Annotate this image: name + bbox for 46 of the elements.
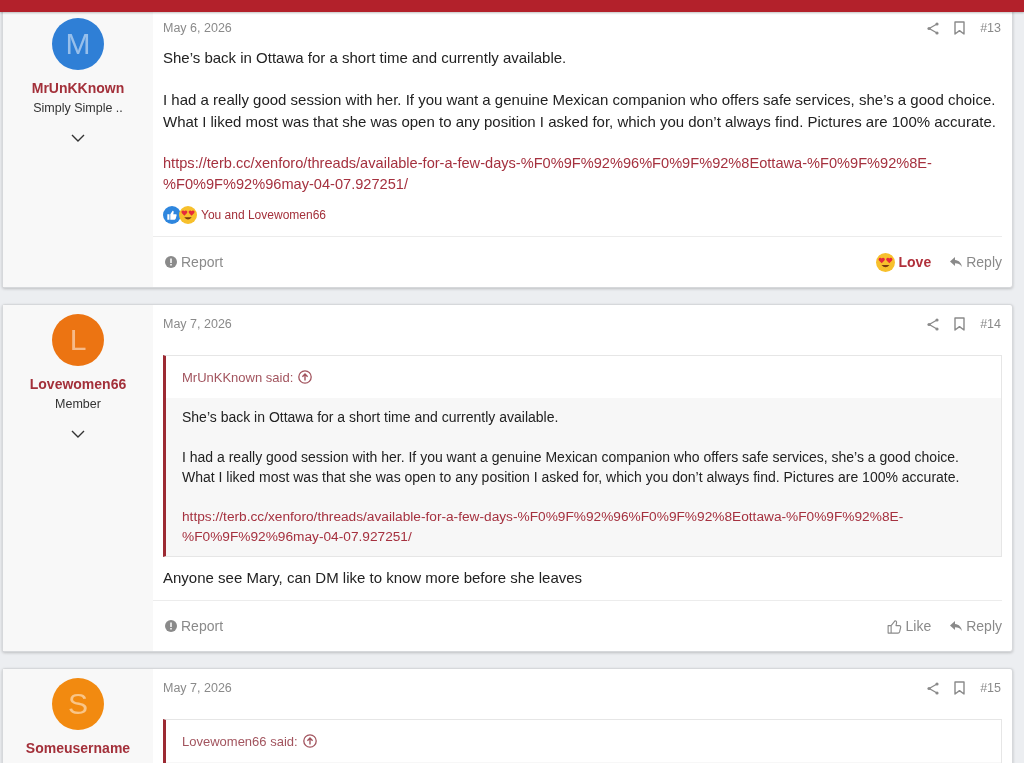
reaction-button[interactable]: Like bbox=[886, 618, 932, 634]
reactions-summary-link[interactable]: You and Lovewomen66 bbox=[201, 208, 326, 222]
share-icon[interactable] bbox=[927, 21, 940, 35]
post-link[interactable]: https://terb.cc/xenforo/threads/available-for-a-few-days-%F0%9F%92%96%F0%9F%92%8Eottawa-%F0%9F%92%8E-%F0%9F%92%96may-04-07.927251/ bbox=[163, 153, 1002, 195]
post-date-link[interactable]: May 7, 2026 bbox=[163, 680, 232, 696]
user-title: Member bbox=[55, 396, 101, 412]
user-avatar[interactable]: M bbox=[52, 18, 104, 70]
heart-eyes-emoji-icon bbox=[179, 206, 197, 224]
bookmark-icon[interactable] bbox=[954, 21, 966, 35]
arrow-up-circle-icon[interactable] bbox=[298, 370, 313, 384]
post-text: Anyone see Mary, can DM like to know more before she leaves bbox=[163, 568, 583, 588]
post-number-link[interactable]: #13 bbox=[980, 21, 1001, 35]
username-link[interactable]: Lovewomen66 bbox=[29, 375, 127, 393]
post-number-link[interactable]: #14 bbox=[980, 317, 1001, 331]
reply-arrow-icon bbox=[950, 621, 963, 631]
arrow-up-circle-icon[interactable] bbox=[302, 734, 317, 748]
quote-text: She’s back in Ottawa for a short time and currently available. bbox=[182, 408, 559, 427]
quote-link[interactable]: https://terb.cc/xenforo/threads/available-for-a-few-days-%F0%9F%92%96%F0%9F%92%8Eottawa-%F0%9F%92%8E-%F0%9F%92%96may-04-07.927251/ bbox=[182, 507, 985, 547]
exclamation-circle-icon bbox=[165, 620, 177, 632]
reply-link[interactable]: Reply bbox=[950, 254, 1002, 270]
post-text: I had a really good session with her. If you want a genuine Mexican companion who offers safe services, she’s a good choice. What I liked most was that she was open to any position I asked for, which you don’t always find. Pictures are 100% accurate. bbox=[163, 90, 996, 132]
reply-link[interactable]: Reply bbox=[950, 618, 1002, 634]
share-icon[interactable] bbox=[927, 317, 940, 331]
username-link[interactable]: Someusername bbox=[25, 739, 131, 757]
thumbs-up-icon bbox=[886, 618, 902, 634]
post-date-link[interactable]: May 7, 2026 bbox=[163, 316, 232, 332]
report-link[interactable]: Report bbox=[165, 618, 224, 634]
quote-text: I had a really good session with her. If you want a genuine Mexican companion who offers safe services, she’s a good choice. What I liked most was that she was open to any position I asked for, which you don’t always find. Pictures are 100% accurate. bbox=[182, 448, 960, 487]
post-number-link[interactable]: #15 bbox=[980, 681, 1001, 695]
exclamation-circle-icon bbox=[165, 256, 177, 268]
quote-author-link[interactable]: MrUnKKnown said: bbox=[182, 369, 294, 385]
bookmark-icon[interactable] bbox=[954, 317, 966, 331]
post-text: She’s back in Ottawa for a short time and currently available. bbox=[163, 48, 567, 68]
reaction-button[interactable]: Love bbox=[875, 252, 932, 272]
reply-arrow-icon bbox=[950, 257, 963, 267]
username-link[interactable]: MrUnKKnown bbox=[31, 79, 125, 97]
heart-eyes-emoji-icon bbox=[875, 252, 895, 272]
thumbs-up-reaction-icon bbox=[163, 206, 181, 224]
chevron-down-icon[interactable] bbox=[71, 430, 85, 438]
share-icon[interactable] bbox=[927, 681, 940, 695]
user-title: Simply Simple .. bbox=[33, 100, 123, 116]
post-date-link[interactable]: May 6, 2026 bbox=[163, 20, 232, 36]
bookmark-icon[interactable] bbox=[954, 681, 966, 695]
quote-author-link[interactable]: Lovewomen66 said: bbox=[182, 733, 298, 749]
report-link[interactable]: Report bbox=[165, 254, 224, 270]
chevron-down-icon[interactable] bbox=[71, 134, 85, 142]
